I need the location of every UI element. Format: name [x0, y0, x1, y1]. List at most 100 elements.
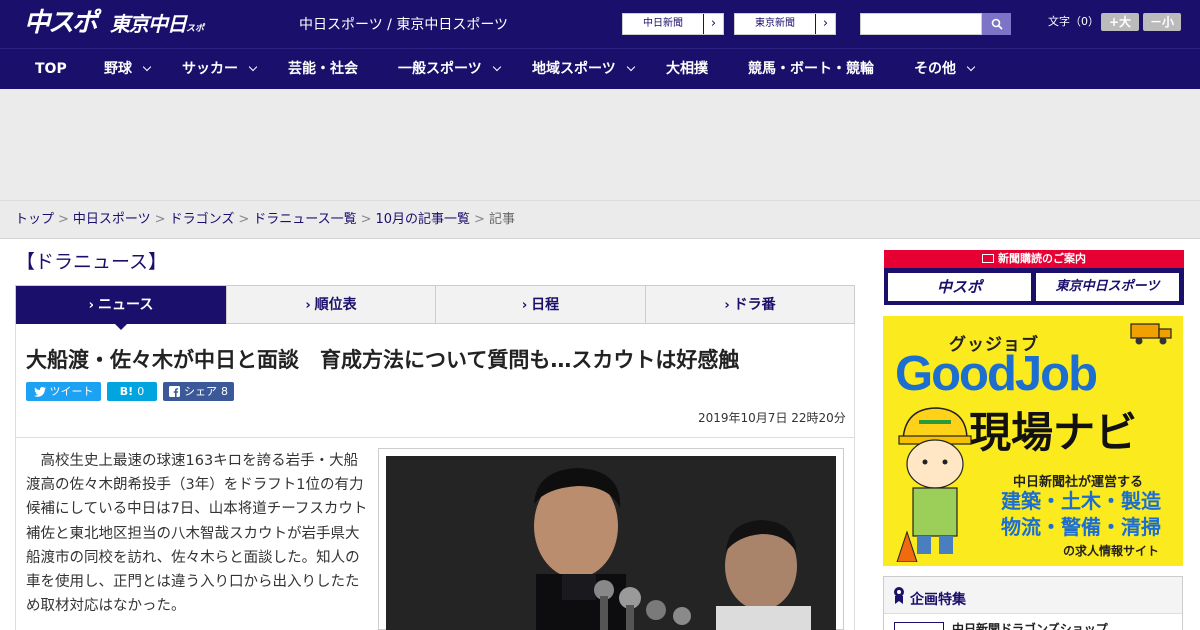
goodjob-tagline: 中日新聞社が運営する: [1013, 475, 1144, 490]
tweet-label: ツイート: [49, 385, 94, 398]
tab-label: ニュース: [98, 297, 154, 313]
breadcrumb-separator: >: [154, 212, 166, 227]
hatena-bookmark-button[interactable]: B! 0: [107, 382, 157, 401]
goodjob-ad[interactable]: グッジョブ GoodJob 現場ナビ 中日新聞社が運営する 建築・土木・製造 物…: [883, 316, 1183, 566]
facebook-share-count: 8: [221, 385, 228, 398]
goodjob-categories-1: 建築・土木・製造: [1001, 489, 1161, 513]
breadcrumb-separator: >: [238, 212, 250, 227]
nav-label: サッカー: [182, 61, 238, 77]
search-icon: [991, 18, 1003, 30]
chunichi-shimbun-label: 中日新聞: [643, 18, 683, 29]
twitter-bird-icon: [33, 386, 46, 397]
news-tabs: › ニュース › 順位表 › 日程 › ドラ番: [15, 285, 855, 324]
article-title: 大船渡・佐々木が中日と面談 育成方法について質問も…スカウトは好感触: [26, 348, 740, 372]
tokyo-logo-text: 東京中日: [110, 12, 187, 36]
chevron-right-icon: ›: [815, 14, 835, 34]
hatena-count: 0: [137, 385, 145, 398]
facebook-share-label: シェア: [184, 385, 217, 398]
chevron-right-icon: ›: [88, 298, 95, 313]
subscription-banner: 新聞購読のご案内 中スポ 東京中日スポーツ: [884, 250, 1184, 305]
ad-banner-area: [0, 89, 1200, 200]
subscription-heading-text: 新聞購読のご案内: [998, 252, 1086, 265]
feature-item-label: 中日新聞ドラゴンズショップ: [952, 622, 1108, 630]
nav-local-sports[interactable]: 地域スポーツ: [532, 49, 635, 90]
nav-baseball[interactable]: 野球: [104, 49, 152, 90]
feature-item[interactable]: 中日新聞ドラゴンズショップ: [884, 613, 1182, 630]
font-size-label: 文字（0）: [1048, 15, 1099, 28]
tab-reporters[interactable]: › ドラ番: [646, 286, 854, 324]
nav-soccer[interactable]: サッカー: [182, 49, 258, 90]
subscribe-tokyo-button[interactable]: 東京中日スポーツ: [1036, 273, 1179, 301]
tab-label: ドラ番: [733, 297, 776, 313]
chuspo-logo[interactable]: 中スポ: [24, 8, 102, 38]
nav-label: その他: [914, 61, 956, 77]
section-title: 【ドラニュース】: [16, 251, 168, 273]
nav-general-sports[interactable]: 一般スポーツ: [398, 49, 501, 90]
search-button[interactable]: [982, 13, 1011, 35]
chevron-down-icon: [248, 62, 258, 72]
chevron-right-icon: ›: [724, 298, 730, 313]
tokyo-chunichi-logo[interactable]: 東京中日スポーツ: [110, 10, 210, 67]
tab-standings[interactable]: › 順位表: [227, 286, 436, 324]
tab-schedule[interactable]: › 日程: [436, 286, 646, 324]
nav-label: 一般スポーツ: [398, 61, 482, 77]
tweet-button[interactable]: ツイート: [26, 382, 101, 401]
chevron-down-icon: [966, 62, 976, 72]
goodjob-caption: の求人情報サイト: [1063, 544, 1160, 558]
newspaper-icon: [982, 254, 994, 263]
tab-news[interactable]: › ニュース: [16, 286, 227, 324]
nav-others[interactable]: その他: [914, 49, 976, 90]
article-divider: [15, 437, 855, 438]
press-conference-photo: [386, 456, 836, 630]
nav-racing[interactable]: 競馬・ボート・競輪: [748, 49, 874, 90]
ribbon-icon: [894, 587, 904, 604]
nav-label: 芸能・社会: [288, 61, 358, 77]
nav-label: 大相撲: [666, 61, 708, 77]
breadcrumb-top[interactable]: トップ: [15, 212, 54, 227]
goodjob-navi: 現場ナビ: [969, 408, 1138, 457]
chevron-down-icon: [626, 62, 635, 72]
nav-label: TOP: [35, 61, 67, 77]
article-date: 2019年10月7日 22時20分: [698, 411, 846, 425]
search-input[interactable]: [860, 13, 982, 35]
breadcrumb-separator: >: [360, 212, 372, 227]
breadcrumb-current: 記事: [488, 212, 515, 227]
chevron-right-icon: ›: [521, 298, 528, 313]
chevron-right-icon: ›: [703, 14, 723, 34]
facebook-icon: [169, 386, 180, 397]
nav-entertainment[interactable]: 芸能・社会: [288, 49, 358, 90]
feature-title: 企画特集: [910, 592, 966, 608]
breadcrumb-dora-news-list[interactable]: ドラニュース一覧: [253, 212, 356, 227]
worker-mascot-icon: [896, 407, 972, 562]
breadcrumb-chunichi-sports[interactable]: 中日スポーツ: [73, 212, 151, 227]
breadcrumb-separator: >: [474, 212, 485, 227]
breadcrumb-october-list[interactable]: 10月の記事一覧: [376, 212, 471, 227]
breadcrumb-bar: トップ > 中日スポーツ > ドラゴンズ > ドラニュース一覧 >10月の記事一覧 > 記事: [0, 200, 1200, 239]
facebook-share-button[interactable]: シェア 8: [163, 382, 234, 401]
nav-label: 地域スポーツ: [532, 61, 616, 77]
breadcrumb-dragons[interactable]: ドラゴンズ: [170, 212, 235, 227]
goodjob-categories-2: 物流・警備・清掃: [1001, 515, 1161, 539]
nav-top[interactable]: TOP: [35, 49, 67, 90]
font-smaller-button[interactable]: －小: [1143, 13, 1181, 31]
tokyo-shimbun-button[interactable]: 東京新聞 ›: [734, 13, 836, 35]
site-header: 中スポ 東京中日スポーツ 中日スポーツ / 東京中日スポーツ 中日新聞 › 東京…: [0, 0, 1200, 67]
article-body: 高校生史上最速の球速163キロを誇る岩手・大船渡高の佐々木朗希投手（3年）をドラ…: [26, 453, 368, 615]
font-larger-button[interactable]: +大: [1101, 13, 1139, 31]
tab-label: 順位表: [314, 297, 357, 313]
truck-icon: [1130, 323, 1172, 345]
hatena-icon: B!: [119, 385, 134, 398]
main-nav: TOP 野球 サッカー 芸能・社会 一般スポーツ 地域スポーツ 大相撲 競馬・ボ…: [0, 48, 1200, 89]
chunichi-shimbun-button[interactable]: 中日新聞 ›: [622, 13, 724, 35]
subscribe-chuspo-button[interactable]: 中スポ: [888, 273, 1031, 301]
article-photo[interactable]: [386, 456, 836, 630]
chevron-down-icon: [142, 62, 152, 72]
nav-label: 競馬・ボート・競輪: [748, 61, 874, 77]
tokyo-shimbun-label: 東京新聞: [755, 18, 795, 29]
chevron-right-icon: ›: [305, 298, 311, 313]
nav-sumo[interactable]: 大相撲: [666, 49, 708, 90]
tab-label: 日程: [531, 297, 560, 313]
goodjob-logo: GoodJob: [895, 347, 1098, 401]
breadcrumb: トップ > 中日スポーツ > ドラゴンズ > ドラニュース一覧 >10月の記事一覧 > 記事: [15, 211, 515, 229]
nav-label: 野球: [104, 61, 132, 77]
